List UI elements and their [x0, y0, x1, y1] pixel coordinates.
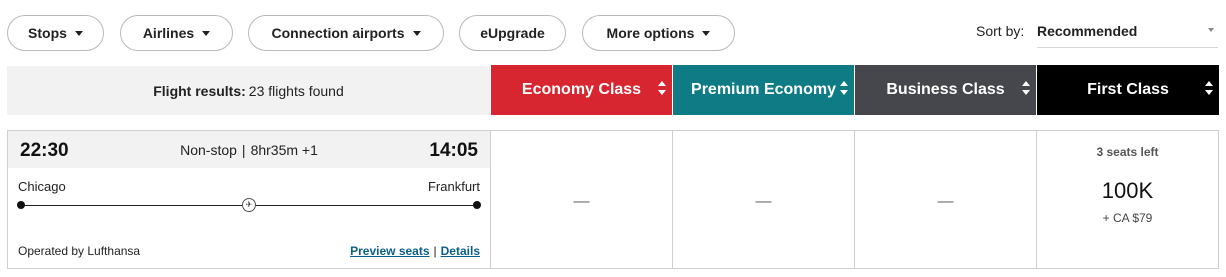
- destination-city: Frankfurt: [427, 179, 480, 194]
- stops-filter-button[interactable]: Stops: [7, 15, 104, 51]
- sort-arrows-icon: [658, 81, 666, 99]
- preview-seats-link[interactable]: Preview seats: [350, 244, 429, 258]
- duration-text: 8hr35m +1: [250, 142, 318, 158]
- first-class-column-header[interactable]: First Class: [1037, 65, 1219, 115]
- arrival-time: 14:05: [429, 140, 478, 161]
- premium-economy-column-header[interactable]: Premium Economy: [673, 65, 854, 115]
- connection-airports-filter-label: Connection airports: [271, 25, 405, 41]
- business-class-column-header[interactable]: Business Class: [855, 65, 1036, 115]
- flight-links: Preview seats | Details: [350, 244, 480, 258]
- economy-fare-cell: —: [491, 130, 673, 269]
- sort-arrows-icon: [1205, 81, 1213, 99]
- economy-fare-unavailable: —: [573, 193, 590, 210]
- economy-class-column-header[interactable]: Economy Class: [491, 65, 672, 115]
- business-fare-cell: —: [855, 130, 1037, 269]
- business-fare-unavailable: —: [937, 193, 954, 210]
- connection-airports-filter-button[interactable]: Connection airports: [248, 15, 444, 51]
- lufthansa-crane-icon: ✈: [242, 198, 256, 212]
- flight-results-label: Flight results:: [153, 82, 246, 99]
- seats-left-text: 3 seats left: [1096, 145, 1159, 159]
- flight-duration: Non-stop | 8hr35m +1: [8, 142, 490, 158]
- first-class-fare-button[interactable]: 3 seats left 100K + CA $79: [1037, 130, 1219, 269]
- details-link[interactable]: Details: [441, 244, 480, 258]
- business-class-label: Business Class: [886, 81, 1005, 98]
- stops-text: Non-stop: [180, 142, 237, 158]
- chevron-down-icon: [202, 30, 211, 36]
- sort-arrows-icon: [840, 81, 848, 99]
- sort-select[interactable]: Recommended: [1037, 16, 1218, 48]
- duration-separator: |: [241, 142, 246, 158]
- sort-arrows-icon: [1022, 81, 1030, 99]
- chevron-down-icon: [412, 30, 421, 36]
- eupgrade-filter-label: eUpgrade: [480, 25, 545, 41]
- premium-economy-fare-cell: —: [673, 130, 855, 269]
- origin-city: Chicago: [18, 179, 66, 194]
- sort-select-value: Recommended: [1037, 23, 1138, 39]
- eupgrade-filter-button[interactable]: eUpgrade: [459, 15, 566, 51]
- economy-class-label: Economy Class: [521, 81, 642, 98]
- airlines-filter-button[interactable]: Airlines: [120, 15, 233, 51]
- more-options-filter-label: More options: [606, 25, 695, 41]
- sort-by-label: Sort by:: [976, 23, 1025, 39]
- origin-dot: [17, 201, 25, 209]
- destination-dot: [473, 201, 481, 209]
- chevron-down-icon: [1208, 28, 1214, 32]
- first-class-label: First Class: [1087, 81, 1169, 98]
- first-class-miles: 100K: [1101, 178, 1154, 203]
- first-class-tax: + CA $79: [1102, 211, 1153, 225]
- flight-time-bar: 22:30 Non-stop | 8hr35m +1 14:05: [8, 131, 490, 168]
- chevron-down-icon: [74, 30, 83, 36]
- flight-results-count: 23 flights found: [248, 82, 344, 99]
- chevron-down-icon: [702, 30, 711, 36]
- airlines-filter-label: Airlines: [142, 25, 195, 41]
- operated-by-text: Operated by Lufthansa: [18, 244, 141, 258]
- flight-results-header: Flight results: 23 flights found: [7, 66, 490, 115]
- premium-economy-label: Premium Economy: [691, 81, 836, 98]
- premium-economy-fare-unavailable: —: [755, 193, 772, 210]
- link-separator: |: [433, 244, 437, 258]
- flight-itinerary-card: 22:30 Non-stop | 8hr35m +1 14:05 Chicago F…: [7, 130, 491, 269]
- more-options-filter-button[interactable]: More options: [582, 15, 735, 51]
- stops-filter-label: Stops: [28, 25, 67, 41]
